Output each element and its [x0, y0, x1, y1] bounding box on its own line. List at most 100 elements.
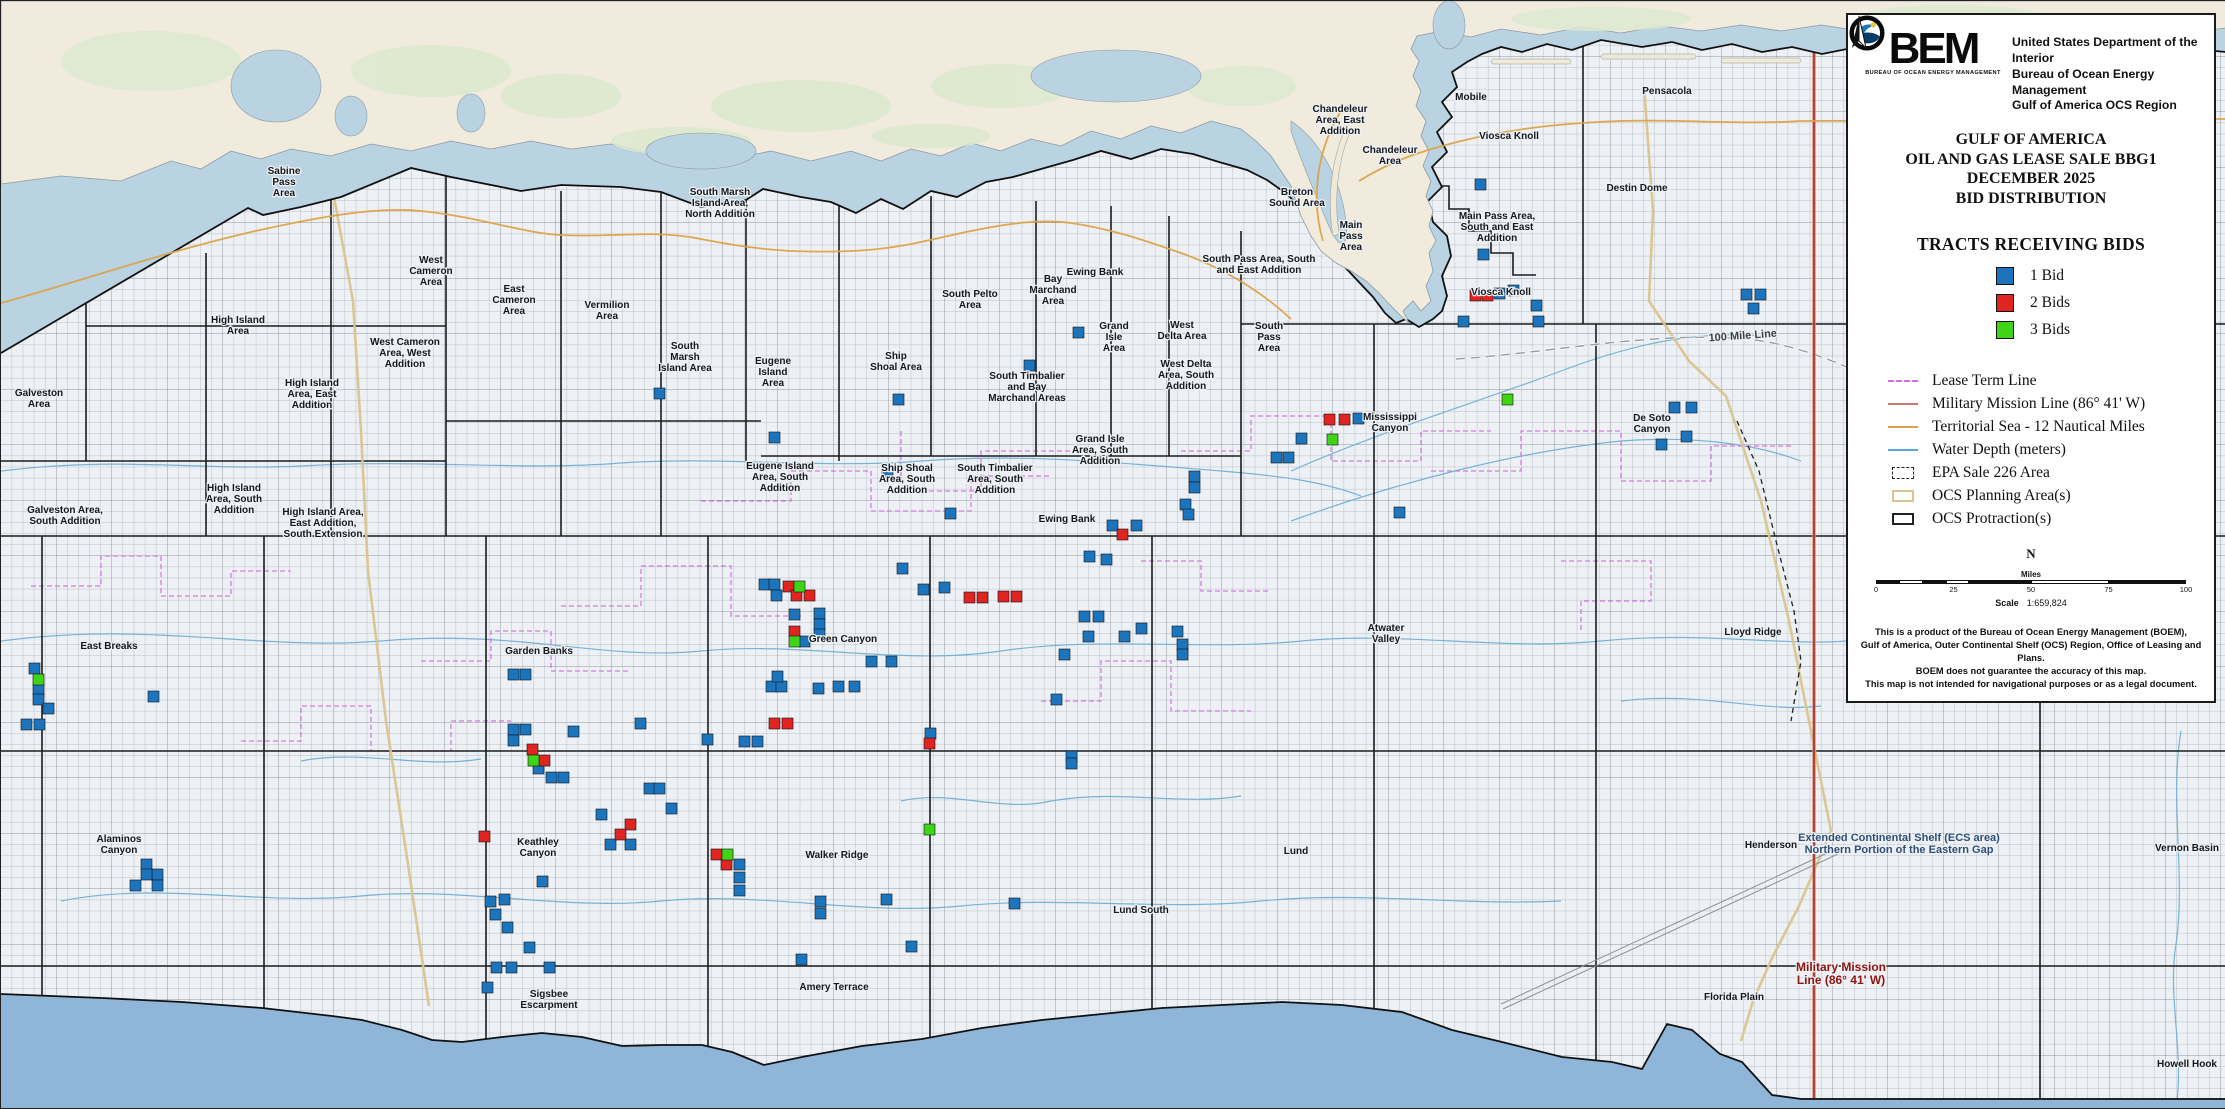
bid-cell-1 [544, 962, 555, 973]
bid-cell-1 [1066, 758, 1077, 769]
area-label: Extended Continental Shelf (ECS area)Nor… [1798, 832, 2000, 856]
bid-cell-1 [815, 896, 826, 907]
bid-cell-1 [29, 663, 40, 674]
map-title-line: OIL AND GAS LEASE SALE BBG1 [1848, 150, 2214, 170]
bid-cell-1 [776, 681, 787, 692]
bid-cell-1 [734, 872, 745, 883]
scale-tick-label: 75 [2104, 585, 2112, 594]
bid-cell-2 [539, 755, 550, 766]
disclaimer: This is a product of the Bureau of Ocean… [1848, 626, 2214, 691]
bid-color-swatch [1996, 267, 2014, 285]
bid-cell-1 [769, 432, 780, 443]
bid-cell-2 [625, 819, 636, 830]
bid-cell-1 [485, 896, 496, 907]
bid-cell-1 [1741, 289, 1752, 300]
area-label: Henderson [1745, 840, 1797, 851]
bid-cell-2 [527, 744, 538, 755]
map-sheet: SabinePassAreaHigh IslandAreaHigh Island… [0, 0, 2225, 1109]
bid-cell-3 [1502, 394, 1513, 405]
bid-cell-1 [482, 982, 493, 993]
north-arrow-icon [1848, 15, 1870, 51]
line-legend-row: EPA Sale 226 Area [1888, 461, 2214, 484]
bid-cell-1 [568, 726, 579, 737]
disclaimer-line: This is a product of the Bureau of Ocean… [1856, 626, 2206, 639]
bid-cell-1 [939, 582, 950, 593]
bid-legend-label: 2 Bids [2030, 294, 2070, 312]
bid-cell-1 [1084, 551, 1095, 562]
scale-tick-label: 100 [2180, 585, 2193, 594]
bid-cell-1 [925, 728, 936, 739]
bid-cell-2 [924, 738, 935, 749]
map-title: GULF OF AMERICAOIL AND GAS LEASE SALE BB… [1848, 130, 2214, 208]
agency-line: Bureau of Ocean Energy Management [2012, 67, 2204, 99]
line-legend-label: OCS Protraction(s) [1932, 510, 2051, 528]
bid-cell-2 [782, 718, 793, 729]
line-legend-row: OCS Protraction(s) [1888, 507, 2214, 530]
agency-lines: United States Department of the Interior… [2012, 29, 2204, 114]
line-legend-swatch [1888, 467, 1918, 479]
area-label: High Island Area,East Addition,South Ext… [282, 507, 364, 540]
area-label: Florida Plain [1704, 992, 1764, 1003]
bid-cell-1 [1669, 402, 1680, 413]
bid-cell-1 [918, 584, 929, 595]
bid-cell-1 [635, 718, 646, 729]
agency-line: United States Department of the Interior [2012, 35, 2204, 67]
bid-cell-1 [1533, 316, 1544, 327]
bid-cell-1 [644, 783, 655, 794]
bid-legend-label: 3 Bids [2030, 321, 2070, 339]
bid-cell-1 [666, 803, 677, 814]
line-legend-label: Lease Term Line [1932, 372, 2037, 390]
bid-cell-1 [506, 962, 517, 973]
bid-cell-2 [479, 831, 490, 842]
bid-cell-1 [1177, 639, 1188, 650]
bid-cell-1 [1189, 471, 1200, 482]
bid-cell-1 [752, 736, 763, 747]
bid-cell-1 [141, 859, 152, 870]
line-legend-swatch [1888, 403, 1918, 405]
area-label: High IslandArea, SouthAddition [206, 483, 262, 516]
bid-cell-1 [33, 694, 44, 705]
line-legend: Lease Term LineMilitary Mission Line (86… [1888, 369, 2214, 530]
bid-cell-3 [1327, 434, 1338, 445]
bid-cell-1 [1119, 631, 1130, 642]
area-label: Garden Banks [505, 646, 573, 657]
line-legend-label: Water Depth (meters) [1932, 441, 2066, 459]
bid-cell-1 [1180, 499, 1191, 510]
bid-cell-1 [43, 703, 54, 714]
bid-cell-1 [520, 669, 531, 680]
line-legend-row: OCS Planning Area(s) [1888, 484, 2214, 507]
bid-cell-3 [528, 755, 539, 766]
area-label: Pensacola [1642, 86, 1692, 97]
line-legend-row: Lease Term Line [1888, 369, 2214, 392]
boem-logo-caption: BUREAU OF OCEAN ENERGY MANAGEMENT [1865, 70, 2001, 76]
area-label: Galveston Area,South Addition [27, 505, 103, 527]
scale-units-label: Miles [1876, 570, 2186, 579]
bid-cell-1 [152, 880, 163, 891]
area-label: Destin Dome [1606, 183, 1668, 194]
bid-cell-1 [734, 859, 745, 870]
scale-value: 1:659,824 [2027, 598, 2067, 608]
bid-cell-1 [141, 869, 152, 880]
bid-cell-1 [796, 954, 807, 965]
legend-panel: B EM BUREAU OF OCEAN ENERGY MANAGEMENT U… [1846, 13, 2216, 703]
bid-cell-1 [1458, 316, 1469, 327]
bid-cell-2 [1339, 414, 1350, 425]
map-title-line: DECEMBER 2025 [1848, 169, 2214, 189]
area-label: ChandeleurArea, EastAddition [1312, 104, 1367, 137]
bid-cell-1 [814, 619, 825, 630]
bid-cell-1 [906, 941, 917, 952]
scale-tick-label: 50 [2027, 585, 2035, 594]
line-legend-label: EPA Sale 226 Area [1932, 464, 2050, 482]
bid-cell-2 [615, 829, 626, 840]
bid-cell-1 [1079, 611, 1090, 622]
bid-cell-1 [605, 839, 616, 850]
bid-cell-1 [1093, 611, 1104, 622]
bid-cell-1 [849, 681, 860, 692]
area-label: High IslandArea, EastAddition [285, 378, 339, 411]
bid-cell-1 [1009, 898, 1020, 909]
area-label: Walker Ridge [806, 850, 869, 861]
line-legend-swatch [1888, 426, 1918, 428]
bid-legend-row: 2 Bids [1996, 294, 2214, 312]
area-label: West DeltaArea, SouthAddition [1158, 359, 1214, 392]
line-legend-label: OCS Planning Area(s) [1932, 487, 2071, 505]
